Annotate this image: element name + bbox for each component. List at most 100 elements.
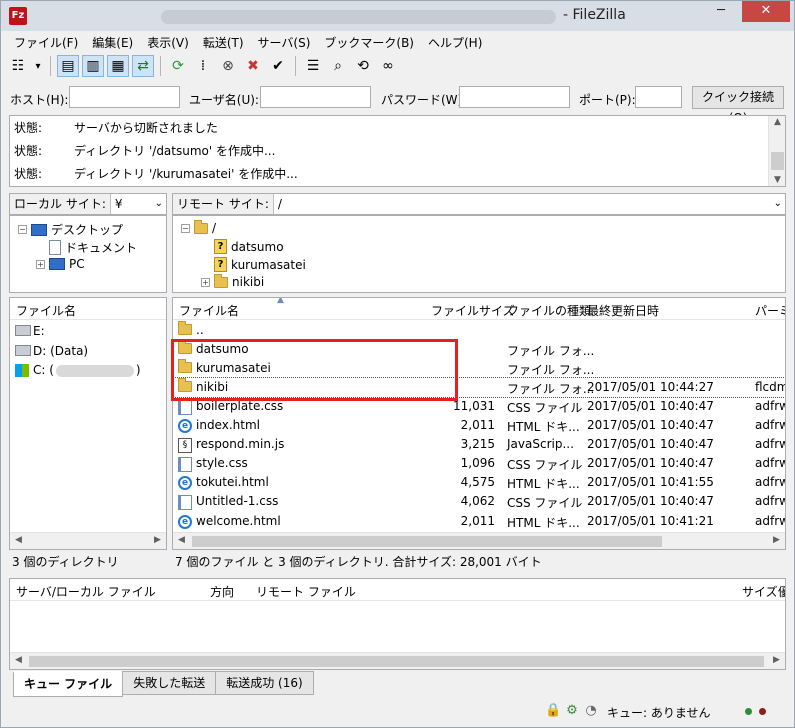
remote-hscrollbar[interactable]: ◀ ▶ xyxy=(173,532,785,549)
file-row[interactable]: § respond.min.js 3,215 JavaScrip... 2017/05/… xyxy=(173,435,785,454)
remote-col-permissions[interactable]: パーミッ xyxy=(755,302,785,319)
remote-tree-label: nikibi xyxy=(232,275,265,289)
local-status: 3 個のディレクトリ xyxy=(12,555,119,569)
local-tree-item[interactable]: + PC xyxy=(36,257,85,271)
toggle-log-icon[interactable]: ▤ xyxy=(57,55,79,77)
queue-col-server-file[interactable]: サーバ/ローカル ファイル xyxy=(16,583,156,600)
disconnect-icon[interactable]: ✖ xyxy=(242,55,264,77)
log-line: 状態: サーバから切断されました xyxy=(14,119,218,136)
remote-tree-item[interactable]: − / xyxy=(181,219,216,235)
compare-icon[interactable]: ⟲ xyxy=(352,55,374,77)
minimize-button[interactable]: ─ xyxy=(707,1,735,22)
menu-item-6[interactable]: ヘルプ(H) xyxy=(421,32,489,52)
toolbar-separator xyxy=(160,56,161,76)
cancel-icon[interactable]: ⊗ xyxy=(217,55,239,77)
quickconnect-button[interactable]: クイック接続(Q) xyxy=(692,86,784,125)
local-hscrollbar[interactable]: ◀ ▶ xyxy=(10,532,166,549)
file-row[interactable]: .. xyxy=(173,321,785,340)
tree-expander-icon[interactable]: − xyxy=(18,225,27,234)
file-row[interactable]: kurumasatei ファイル フォ... xyxy=(173,359,785,378)
remote-tree-item[interactable]: + nikibi xyxy=(201,273,265,289)
queue-col-remote-file[interactable]: リモート ファイル xyxy=(256,583,356,600)
tree-expander-icon[interactable]: + xyxy=(201,277,210,287)
remote-col-date[interactable]: 最終更新日時 xyxy=(587,302,659,319)
file-size: 1,096 xyxy=(460,456,495,471)
remote-col-filename[interactable]: ファイル名 xyxy=(179,302,239,319)
file-row[interactable]: e tokutei.html 4,575 HTML ドキ... 2017/05/01 1… xyxy=(173,473,785,492)
file-row[interactable]: Untitled-1.css 4,062 CSS ファイル 2017/05/01 10… xyxy=(173,492,785,511)
toggle-local-tree-icon[interactable]: ▥ xyxy=(82,55,104,77)
toggle-remote-tree-icon[interactable]: ▦ xyxy=(107,55,129,77)
local-drive-item[interactable]: D: (Data) xyxy=(10,342,166,361)
process-queue-icon[interactable]: ⁞ xyxy=(192,55,214,77)
reconnect-icon[interactable]: ✔ xyxy=(267,55,289,77)
remote-tree-item[interactable]: ? datsumo xyxy=(201,239,284,254)
file-type: CSS ファイル xyxy=(507,401,583,416)
speed-limit-icon[interactable]: ◔ xyxy=(583,703,599,719)
remote-col-size[interactable]: ファイルサイズ xyxy=(431,302,515,319)
tree-expander-icon[interactable]: − xyxy=(181,223,190,233)
scroll-thumb[interactable] xyxy=(771,152,784,170)
log-scrollbar[interactable]: ▲ ▼ xyxy=(768,116,785,186)
menu-item-1[interactable]: 編集(E) xyxy=(85,32,140,52)
scroll-left-icon[interactable]: ◀ xyxy=(10,655,27,665)
transfer-queue-icon[interactable]: ⇄ xyxy=(132,55,154,77)
local-tree-label: PC xyxy=(69,257,85,271)
file-type: HTML ドキ... xyxy=(507,477,580,492)
local-drive-item[interactable]: E: xyxy=(10,322,166,341)
file-row[interactable]: e index.html 2,011 HTML ドキ... 2017/05/01 10:… xyxy=(173,416,785,435)
queue-col-priority[interactable]: 優 xyxy=(778,583,785,600)
filter-icon[interactable]: ☰ xyxy=(302,55,324,77)
password-input[interactable] xyxy=(459,86,570,108)
scroll-right-icon[interactable]: ▶ xyxy=(768,655,785,665)
search-icon[interactable]: ⌕ xyxy=(327,55,349,77)
file-row[interactable]: datsumo ファイル フォ... xyxy=(173,340,785,359)
scroll-down-icon[interactable]: ▼ xyxy=(769,175,785,185)
host-input[interactable] xyxy=(69,86,180,108)
file-row[interactable]: nikibi ファイル フォ... 2017/05/01 10:44:27 flcdm xyxy=(173,377,785,399)
chevron-down-icon[interactable]: ⌄ xyxy=(774,194,782,214)
title-bar[interactable]: Fz - FileZilla ─ □ ✕ xyxy=(1,1,794,31)
tab-queued-files[interactable]: キュー ファイル xyxy=(13,671,124,697)
close-button[interactable]: ✕ xyxy=(742,1,790,22)
dropdown-arrow-icon[interactable]: ▾ xyxy=(32,55,44,77)
remote-col-type[interactable]: ファイルの種類 xyxy=(507,302,591,319)
queue-hscrollbar[interactable]: ◀ ▶ xyxy=(10,652,785,669)
folder-icon xyxy=(178,321,192,335)
scroll-left-icon[interactable]: ◀ xyxy=(173,535,190,545)
remote-tree-item[interactable]: ? kurumasatei xyxy=(201,257,306,272)
file-row[interactable]: style.css 1,096 CSS ファイル 2017/05/01 10:40:4… xyxy=(173,454,785,473)
remote-site-combo[interactable]: / ⌄ xyxy=(273,194,785,214)
menu-item-5[interactable]: ブックマーク(B) xyxy=(317,32,421,52)
scroll-up-icon[interactable]: ▲ xyxy=(769,117,785,127)
chevron-down-icon[interactable]: ⌄ xyxy=(155,194,163,214)
username-input[interactable] xyxy=(260,86,371,108)
scroll-left-icon[interactable]: ◀ xyxy=(10,535,27,545)
local-tree-item[interactable]: ドキュメント xyxy=(36,239,137,256)
scroll-thumb[interactable] xyxy=(29,656,764,667)
file-row[interactable]: e welcome.html 2,011 HTML ドキ... 2017/05/01 1… xyxy=(173,512,785,531)
tab-successful-transfers[interactable]: 転送成功 (16) xyxy=(215,671,314,695)
scroll-right-icon[interactable]: ▶ xyxy=(768,535,785,545)
queue-col-size[interactable]: サイズ xyxy=(742,583,778,600)
port-input[interactable] xyxy=(635,86,682,108)
menu-item-3[interactable]: 転送(T) xyxy=(196,32,251,52)
menu-item-4[interactable]: サーバ(S) xyxy=(251,32,318,52)
refresh-icon[interactable]: ⟳ xyxy=(167,55,189,77)
local-site-combo[interactable]: ¥ ⌄ xyxy=(110,194,166,214)
queue-col-direction[interactable]: 方向 xyxy=(210,583,234,600)
scroll-right-icon[interactable]: ▶ xyxy=(149,535,166,545)
tree-expander-icon[interactable]: + xyxy=(36,259,45,269)
tab-failed-transfers[interactable]: 失敗した転送 xyxy=(122,671,217,695)
menu-item-2[interactable]: 表示(V) xyxy=(140,32,196,52)
local-drive-item[interactable]: C: () xyxy=(10,361,166,380)
file-name: kurumasatei xyxy=(196,361,271,376)
scroll-thumb[interactable] xyxy=(192,536,662,547)
binoculars-icon[interactable]: ∞ xyxy=(377,55,399,77)
menu-item-0[interactable]: ファイル(F) xyxy=(7,32,85,52)
file-row[interactable]: boilerplate.css 11,031 CSS ファイル 2017/05/01 … xyxy=(173,397,785,416)
local-col-filename[interactable]: ファイル名 xyxy=(16,302,76,319)
site-manager-icon[interactable]: ☷ xyxy=(7,55,29,77)
local-tree-item[interactable]: − デスクトップ xyxy=(18,221,123,238)
receive-indicator-icon xyxy=(759,708,766,715)
